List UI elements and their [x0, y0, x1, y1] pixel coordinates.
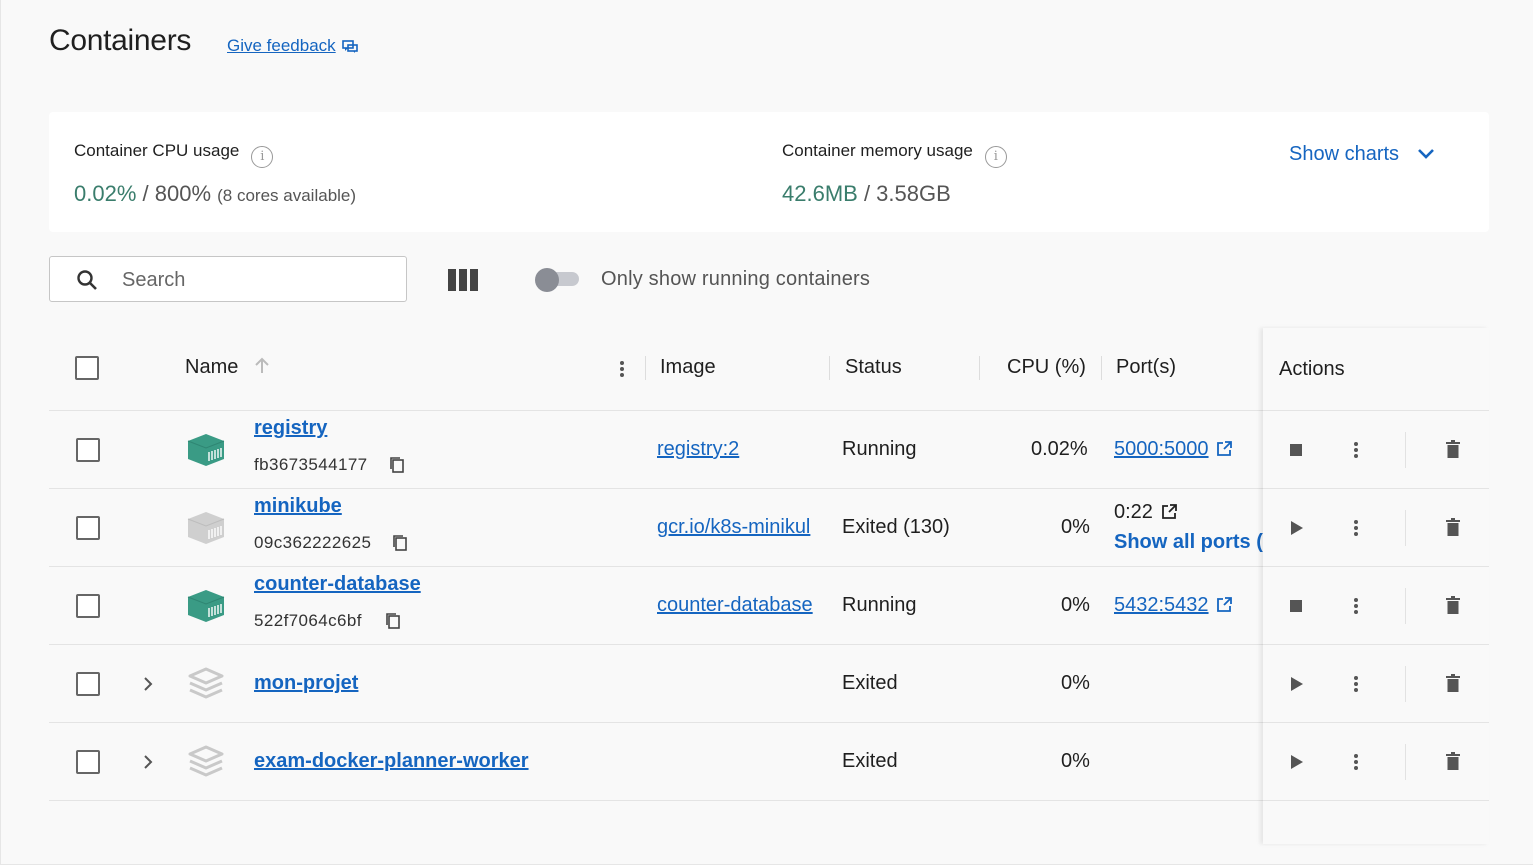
delete-icon[interactable] — [1446, 674, 1460, 692]
cpu-value: 0.02% — [1031, 438, 1088, 460]
image-link[interactable]: gcr.io/k8s-minikul — [657, 516, 810, 538]
container-id: 522f7064c6bf — [254, 611, 362, 630]
select-all-checkbox[interactable] — [75, 356, 99, 380]
actions-column: Actions — [1263, 328, 1489, 844]
show-all-ports-link[interactable]: Show all ports (5 — [1114, 531, 1264, 553]
feedback-icon — [341, 40, 358, 53]
columns-icon[interactable] — [448, 269, 478, 291]
copy-icon[interactable] — [385, 612, 401, 630]
more-options-icon[interactable] — [1353, 597, 1359, 615]
container-id: 09c362222625 — [254, 533, 372, 552]
column-name[interactable]: Name — [185, 356, 270, 379]
container-id: fb3673544177 — [254, 455, 368, 474]
column-status[interactable]: Status — [845, 356, 902, 379]
memory-usage-label: Container memory usage i — [782, 141, 1007, 168]
chevron-right-icon[interactable] — [142, 754, 154, 770]
resource-usage-panel: Container CPU usage i 0.02% / 800% (8 cor… — [49, 112, 1489, 232]
cpu-value: 0% — [1061, 750, 1090, 772]
row-checkbox[interactable] — [76, 594, 100, 618]
show-charts-button[interactable]: Show charts — [1289, 143, 1435, 166]
more-options-icon[interactable] — [1353, 753, 1359, 771]
memory-info-icon[interactable]: i — [984, 146, 1007, 168]
row-checkbox[interactable] — [76, 672, 100, 696]
start-icon[interactable] — [1291, 677, 1303, 691]
container-name-link[interactable]: minikube — [254, 495, 342, 518]
column-actions: Actions — [1279, 358, 1345, 380]
cpu-value: 0% — [1061, 516, 1090, 538]
delete-icon[interactable] — [1446, 440, 1460, 458]
status-text: Running — [842, 594, 917, 616]
container-running-icon — [187, 434, 225, 466]
copy-icon[interactable] — [389, 456, 405, 474]
port-link[interactable]: 5432:5432 — [1114, 594, 1232, 617]
project-name-link[interactable]: exam-docker-planner-worker — [254, 750, 529, 773]
row-checkbox[interactable] — [76, 516, 100, 540]
image-link[interactable]: registry:2 — [657, 438, 739, 461]
project-name-link[interactable]: mon-projet — [254, 672, 358, 695]
search-input[interactable]: Search — [49, 256, 407, 302]
container-stopped-icon — [187, 512, 225, 544]
port-text[interactable]: 0:22 — [1114, 501, 1177, 524]
chevron-down-icon — [1418, 149, 1434, 159]
running-only-toggle[interactable] — [535, 268, 579, 292]
give-feedback-label: Give feedback — [227, 36, 336, 55]
start-icon[interactable] — [1291, 755, 1303, 769]
give-feedback-link[interactable]: Give feedback — [227, 36, 358, 56]
external-link-icon — [1162, 504, 1177, 519]
status-text: Exited — [842, 750, 898, 772]
compose-stack-icon — [188, 745, 224, 777]
chevron-right-icon[interactable] — [142, 676, 154, 692]
row-checkbox[interactable] — [76, 438, 100, 462]
cpu-info-icon[interactable]: i — [251, 146, 274, 168]
status-text: Running — [842, 438, 917, 460]
cpu-value: 0% — [1061, 594, 1090, 616]
memory-usage-value: 42.6MB / 3.58GB — [782, 181, 951, 206]
page-title: Containers — [49, 24, 192, 57]
cpu-usage-label: Container CPU usage i — [74, 141, 274, 168]
cpu-value: 0% — [1061, 672, 1090, 694]
column-menu-icon[interactable] — [619, 360, 625, 378]
image-link[interactable]: counter-database — [657, 594, 813, 617]
more-options-icon[interactable] — [1353, 675, 1359, 693]
delete-icon[interactable] — [1446, 752, 1460, 770]
delete-icon[interactable] — [1446, 518, 1460, 536]
more-options-icon[interactable] — [1353, 519, 1359, 537]
delete-icon[interactable] — [1446, 596, 1460, 614]
copy-icon[interactable] — [392, 534, 408, 552]
column-ports[interactable]: Port(s) — [1116, 356, 1176, 379]
status-text: Exited — [842, 672, 898, 694]
external-link-icon — [1216, 597, 1232, 612]
container-name-link[interactable]: counter-database — [254, 573, 421, 596]
external-link-icon — [1216, 441, 1232, 456]
more-options-icon[interactable] — [1353, 441, 1359, 459]
stop-icon[interactable] — [1290, 600, 1302, 612]
port-link[interactable]: 5000:5000 — [1114, 438, 1232, 461]
column-cpu[interactable]: CPU (%) — [1007, 356, 1086, 379]
search-placeholder: Search — [122, 269, 186, 291]
sort-ascending-icon — [255, 357, 270, 373]
container-name-link[interactable]: registry — [254, 417, 327, 440]
running-only-label: Only show running containers — [601, 268, 871, 290]
status-text: Exited (130) — [842, 516, 950, 538]
row-checkbox[interactable] — [76, 750, 100, 774]
column-image[interactable]: Image — [660, 356, 716, 379]
start-icon[interactable] — [1291, 521, 1303, 535]
container-running-icon — [187, 590, 225, 622]
cpu-usage-value: 0.02% / 800% (8 cores available) — [74, 181, 357, 206]
stop-icon[interactable] — [1290, 444, 1302, 456]
search-icon — [77, 270, 97, 290]
compose-stack-icon — [188, 667, 224, 699]
